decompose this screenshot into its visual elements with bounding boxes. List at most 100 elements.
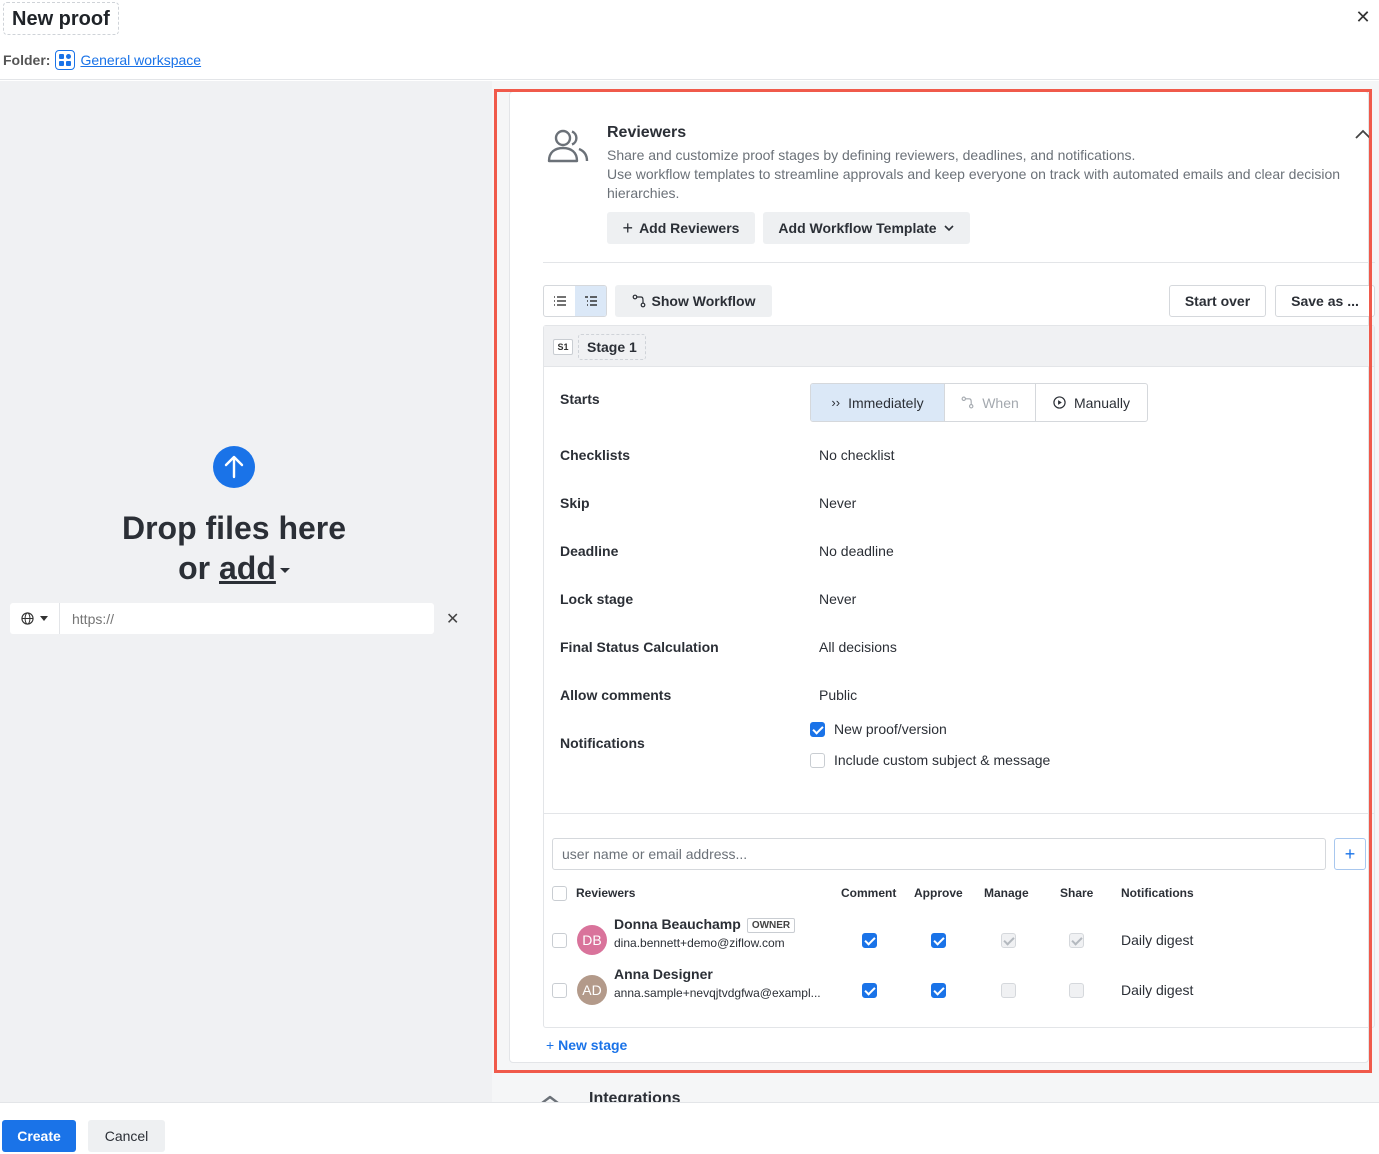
url-row	[10, 603, 434, 634]
drop-line-1: Drop files here	[121, 510, 347, 546]
reviewer-search-input[interactable]	[552, 838, 1326, 870]
comment-checkbox[interactable]	[862, 933, 877, 948]
reviewers-title: Reviewers	[607, 124, 687, 141]
globe-icon	[21, 612, 34, 625]
add-files-link[interactable]: add	[219, 550, 276, 586]
starts-when-option[interactable]: When	[945, 384, 1036, 421]
tree-view-icon[interactable]	[575, 286, 606, 316]
integrations-icon	[541, 1095, 559, 1102]
chevron-up-icon[interactable]	[1354, 126, 1372, 144]
final-status-label: Final Status Calculation	[560, 639, 719, 655]
folder-breadcrumb: Folder: General workspace	[3, 50, 201, 70]
starts-label: Starts	[560, 391, 600, 407]
close-icon[interactable]: ✕	[1354, 8, 1372, 26]
show-workflow-button[interactable]: Show Workflow	[615, 285, 772, 317]
add-reviewer-plus-button[interactable]: +	[1334, 838, 1366, 870]
start-over-button[interactable]: Start over	[1169, 285, 1266, 317]
checklists-label: Checklists	[560, 447, 631, 463]
workflow-icon	[632, 294, 645, 308]
notifications-label: Notifications	[560, 735, 645, 751]
view-toggle	[543, 285, 607, 317]
play-circle-icon	[1053, 396, 1066, 409]
new-stage-label: New stage	[558, 1037, 628, 1053]
url-type-select[interactable]	[10, 603, 60, 634]
stage-card: S1 Stage 1 Starts ›› Immediately When Ma…	[543, 325, 1375, 1028]
clear-url-icon[interactable]: ✕	[446, 609, 459, 629]
url-input[interactable]	[60, 603, 434, 634]
save-as-button[interactable]: Save as ...	[1275, 285, 1375, 317]
reviewers-column-header: Reviewers	[576, 886, 636, 900]
drop-line-2: or add	[0, 548, 468, 588]
caret-down-icon	[40, 616, 48, 621]
manage-checkbox	[1001, 933, 1016, 948]
add-reviewers-label: Add Reviewers	[639, 220, 740, 236]
bottom-bar: Create Cancel	[0, 1102, 1379, 1154]
manage-checkbox[interactable]	[1001, 983, 1016, 998]
create-button[interactable]: Create	[2, 1120, 76, 1152]
people-icon	[547, 129, 589, 163]
add-workflow-template-button[interactable]: Add Workflow Template	[763, 212, 970, 244]
list-view-icon[interactable]	[544, 286, 575, 316]
reviewer-email: anna.sample+nevqjtvdgfwa@exampl...	[614, 986, 821, 1000]
final-status-value[interactable]: All decisions	[819, 639, 897, 655]
add-reviewers-button[interactable]: + Add Reviewers	[607, 212, 755, 244]
when-label: When	[982, 394, 1019, 411]
deadline-value[interactable]: No deadline	[819, 543, 894, 559]
reviewers-description: Share and customize proof stages by defi…	[607, 146, 1347, 203]
immediately-label: Immediately	[848, 394, 924, 411]
cancel-button[interactable]: Cancel	[88, 1120, 165, 1152]
manage-column-header: Manage	[984, 886, 1029, 900]
reviewer-name: Anna Designer	[614, 966, 713, 982]
top-bar: New proof ✕ Folder: General workspace	[0, 0, 1379, 80]
upload-pane: Drop files here or add ✕	[0, 81, 492, 1102]
proof-title[interactable]: New proof	[3, 2, 119, 35]
folder-label: Folder:	[3, 52, 51, 68]
new-stage-button[interactable]: + New stage	[546, 1037, 627, 1053]
reviewers-desc-line-2: Use workflow templates to streamline app…	[607, 166, 1341, 201]
stage-header: S1 Stage 1	[544, 326, 1374, 367]
double-chevron-icon: ››	[831, 395, 841, 410]
lock-stage-value[interactable]: Never	[819, 591, 856, 607]
custom-subject-checkbox[interactable]	[810, 753, 825, 768]
avatar: DB	[577, 925, 607, 955]
notifications-column-header: Notifications	[1121, 886, 1194, 900]
plus-icon: +	[546, 1037, 555, 1053]
lock-stage-label: Lock stage	[560, 591, 634, 607]
add-template-label: Add Workflow Template	[778, 220, 937, 236]
reviewer-name-text: Donna Beauchamp	[614, 916, 741, 932]
upload-arrow-icon[interactable]	[213, 446, 255, 488]
new-proof-version-label: New proof/version	[834, 721, 947, 737]
stage-divider	[544, 813, 1374, 814]
reviewer-row-checkbox[interactable]	[552, 983, 567, 998]
comment-checkbox[interactable]	[862, 983, 877, 998]
starts-selector: ›› Immediately When Manually	[810, 383, 1148, 422]
allow-comments-value[interactable]: Public	[819, 687, 857, 703]
notifications-value[interactable]: Daily digest	[1121, 932, 1193, 948]
reviewers-panel: Reviewers Share and customize proof stag…	[509, 91, 1375, 1063]
deadline-label: Deadline	[560, 543, 619, 559]
skip-value[interactable]: Never	[819, 495, 856, 511]
starts-immediately-option[interactable]: ›› Immediately	[811, 384, 945, 421]
plus-icon: +	[1344, 843, 1356, 864]
approve-checkbox[interactable]	[931, 983, 946, 998]
caret-down-icon[interactable]	[279, 568, 290, 574]
approve-checkbox[interactable]	[931, 933, 946, 948]
folder-link[interactable]: General workspace	[80, 52, 201, 68]
show-workflow-label: Show Workflow	[651, 293, 756, 309]
share-checkbox[interactable]	[1069, 983, 1084, 998]
settings-pane[interactable]: Reviewers Share and customize proof stag…	[492, 81, 1379, 1102]
integrations-title: Integrations	[589, 1090, 681, 1102]
workflow-icon	[961, 396, 974, 409]
notifications-value[interactable]: Daily digest	[1121, 982, 1193, 998]
reviewer-name: Donna Beauchamp OWNER	[614, 916, 796, 933]
section-divider	[543, 262, 1375, 263]
checklists-value[interactable]: No checklist	[819, 447, 894, 463]
starts-manually-option[interactable]: Manually	[1036, 384, 1147, 421]
plus-icon: +	[622, 217, 634, 238]
stage-name[interactable]: Stage 1	[578, 334, 646, 360]
reviewer-row-checkbox[interactable]	[552, 933, 567, 948]
owner-badge: OWNER	[746, 917, 796, 933]
new-proof-version-checkbox[interactable]	[810, 722, 825, 737]
select-all-checkbox[interactable]	[552, 886, 567, 901]
skip-label: Skip	[560, 495, 590, 511]
